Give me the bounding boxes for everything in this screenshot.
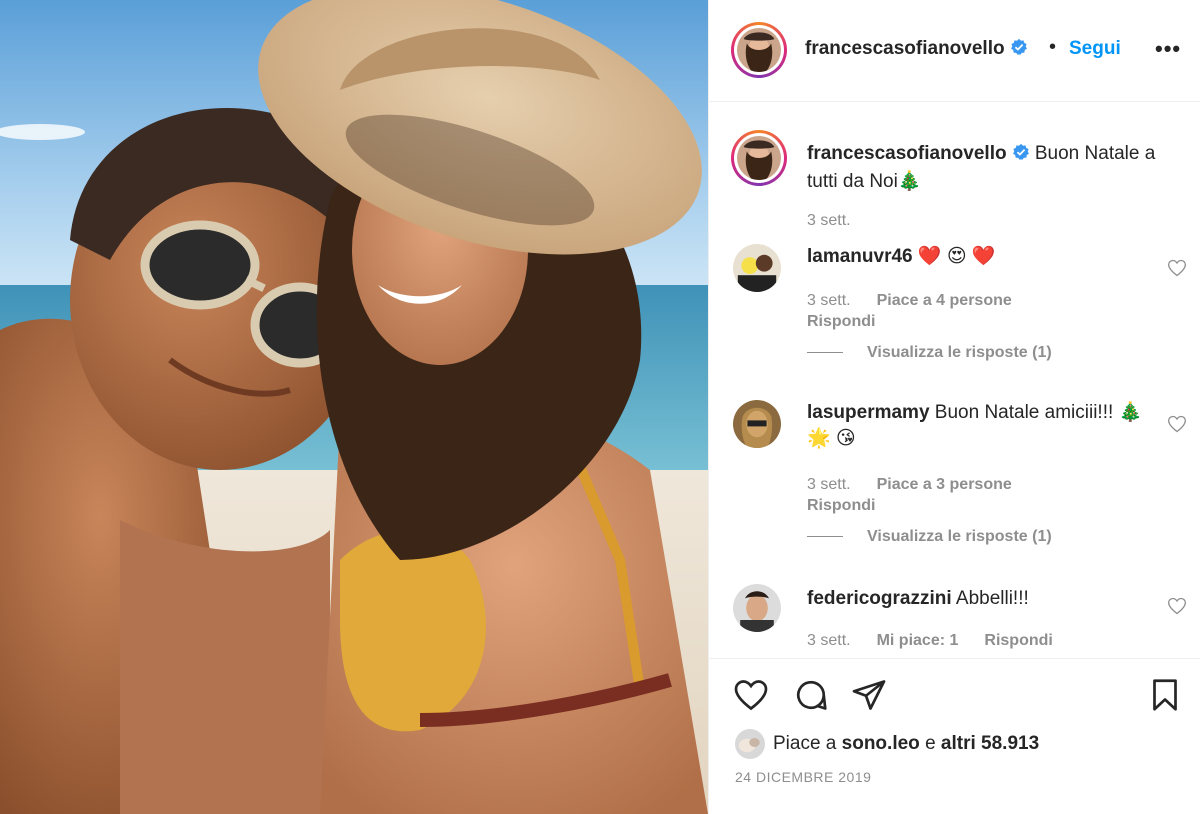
view-replies-label: Visualizza le risposte (1)	[867, 528, 1052, 545]
comment-likes[interactable]: Piace a 3 persone	[877, 476, 1012, 493]
likes-user[interactable]: sono.leo	[842, 733, 920, 755]
caption-avatar[interactable]	[731, 130, 787, 186]
likes-others[interactable]: altri 58.913	[941, 733, 1039, 755]
comment-like-icon[interactable]	[1167, 414, 1187, 434]
comment-reply-wrap: Rispondi	[807, 495, 901, 517]
comment-text-block: lamanuvr46 ❤️ 😍 ❤️	[807, 244, 1147, 270]
commenter-username[interactable]: lasupermamy	[807, 402, 930, 423]
comment-icon[interactable]	[793, 677, 829, 713]
comment-reply-wrap: Rispondi	[807, 311, 901, 333]
verified-icon	[1012, 143, 1029, 160]
post-side-panel: francescasofianovello • Segui ••• france…	[708, 0, 1200, 814]
author-username-wrap: francescasofianovello	[805, 38, 1028, 60]
commenter-username[interactable]: federicograzzini	[807, 588, 952, 609]
comment-text: ❤️ 😍 ❤️	[917, 246, 996, 267]
replies-line	[807, 352, 843, 354]
comment-likes[interactable]: Mi piace: 1	[877, 632, 959, 649]
view-replies-button[interactable]: Visualizza le risposte (1)	[807, 528, 1052, 546]
commenter-avatar[interactable]	[733, 244, 781, 292]
heart-icon[interactable]	[733, 677, 769, 713]
bookmark-icon[interactable]	[1147, 677, 1183, 713]
view-replies-button[interactable]: Visualizza le risposte (1)	[807, 344, 1052, 362]
post-actions: Piace a sono.leo e altri 58.913 24 DICEM…	[709, 658, 1200, 814]
comment-text-block: lasupermamy Buon Natale amiciii!!! 🎄 🌟 😘	[807, 400, 1147, 452]
view-replies-label: Visualizza le risposte (1)	[867, 344, 1052, 361]
comment-text: Abbelli!!!	[955, 588, 1029, 609]
separator-dot: •	[1049, 36, 1057, 58]
post-photo[interactable]	[0, 0, 708, 814]
replies-line	[807, 536, 843, 538]
comment-meta: 3 sett. Piace a 4 persone	[807, 290, 1038, 312]
likes-summary: Piace a sono.leo e altri 58.913	[735, 729, 1039, 759]
comment-meta: 3 sett. Piace a 3 persone	[807, 474, 1038, 496]
comment-time[interactable]: 3 sett.	[807, 292, 851, 309]
likes-mid: e	[925, 733, 936, 754]
liker-avatar[interactable]	[735, 729, 765, 759]
post-header: francescasofianovello • Segui •••	[709, 0, 1200, 102]
caption-timestamp[interactable]: 3 sett.	[807, 212, 851, 230]
post-date[interactable]: 24 DICEMBRE 2019	[735, 769, 871, 785]
verified-icon	[1010, 38, 1027, 55]
reply-button[interactable]: Rispondi	[984, 632, 1052, 649]
comment-time[interactable]: 3 sett.	[807, 632, 851, 649]
reply-button[interactable]: Rispondi	[807, 497, 875, 514]
beach-selfie-image	[0, 0, 708, 814]
comment-time[interactable]: 3 sett.	[807, 476, 851, 493]
author-avatar[interactable]	[731, 22, 787, 78]
author-username[interactable]: francescasofianovello	[805, 38, 1005, 59]
caption-username[interactable]: francescasofianovello	[807, 143, 1007, 164]
comment-meta: 3 sett. Mi piace: 1 Rispondi	[807, 630, 1079, 652]
reply-button[interactable]: Rispondi	[807, 313, 875, 330]
comment-like-icon[interactable]	[1167, 258, 1187, 278]
more-options-icon[interactable]: •••	[1155, 36, 1181, 62]
comment-likes[interactable]: Piace a 4 persone	[877, 292, 1012, 309]
follow-button[interactable]: Segui	[1069, 38, 1121, 60]
commenter-avatar[interactable]	[733, 400, 781, 448]
share-icon[interactable]	[851, 677, 887, 713]
likes-prefix: Piace a	[773, 733, 837, 754]
caption-text-block: francescasofianovello Buon Natale a tutt…	[807, 140, 1179, 196]
comment-text-block: federicograzzini Abbelli!!!	[807, 586, 1147, 612]
commenter-avatar[interactable]	[733, 584, 781, 632]
commenter-username[interactable]: lamanuvr46	[807, 246, 913, 267]
comment-like-icon[interactable]	[1167, 596, 1187, 616]
